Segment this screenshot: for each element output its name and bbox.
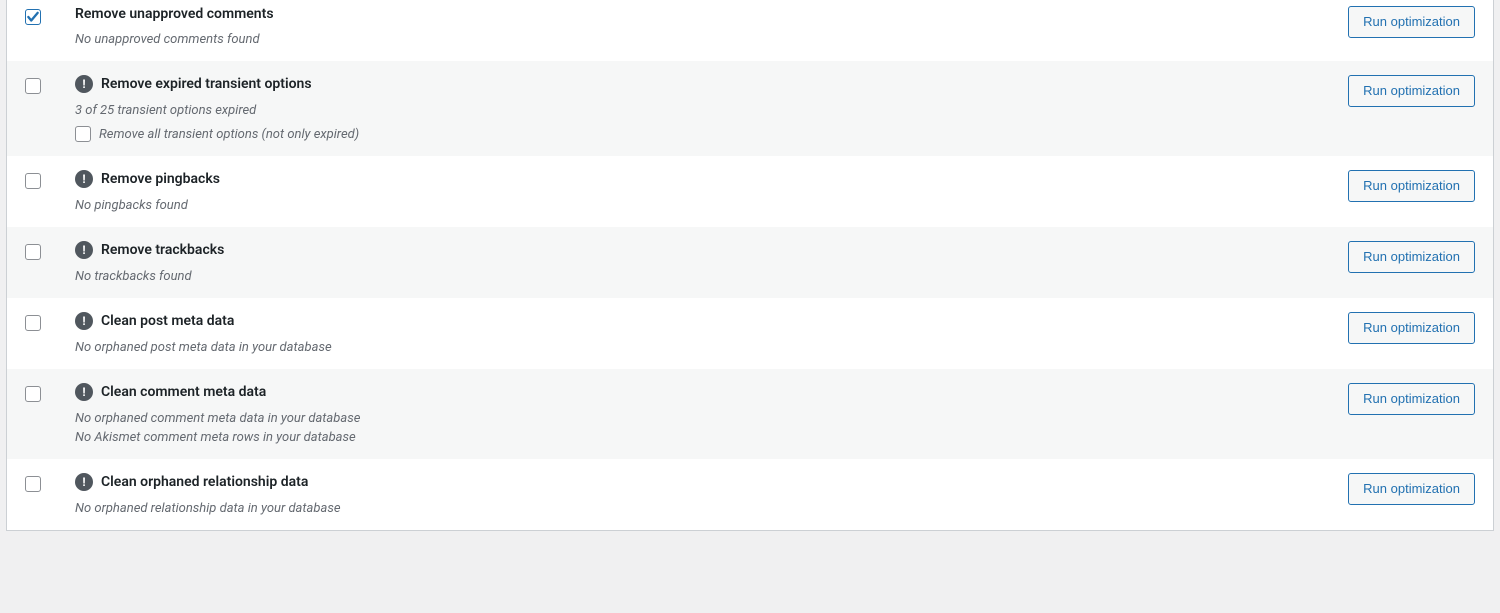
- warning-icon: !: [75, 473, 93, 491]
- run-optimization-button-pingbacks[interactable]: Run optimization: [1348, 170, 1475, 202]
- row-title: Remove unapproved comments: [75, 6, 274, 22]
- row-content: ! Remove expired transient options 3 of 25…: [75, 75, 1328, 142]
- row-title: Remove pingbacks: [101, 171, 220, 187]
- action-column: Run optimization: [1328, 170, 1475, 202]
- row-title: Clean orphaned relationship data: [101, 474, 308, 490]
- optimization-panel: Remove unapproved comments No unapproved …: [6, 0, 1494, 531]
- select-checkbox-pingbacks[interactable]: [25, 173, 41, 189]
- run-optimization-button-expired-transients[interactable]: Run optimization: [1348, 75, 1475, 107]
- action-column: Run optimization: [1328, 473, 1475, 505]
- optimization-row-unapproved-comments: Remove unapproved comments No unapproved …: [7, 0, 1493, 61]
- row-title-line: ! Clean orphaned relationship data: [75, 473, 1328, 491]
- row-description: No pingbacks found: [75, 198, 1328, 213]
- run-optimization-button-trackbacks[interactable]: Run optimization: [1348, 241, 1475, 273]
- warning-icon: !: [75, 170, 93, 188]
- sub-option-checkbox-expired-transients[interactable]: [75, 126, 91, 142]
- row-description: No orphaned post meta data in your datab…: [75, 340, 1328, 355]
- checkbox-column: [25, 6, 75, 28]
- row-description: No orphaned comment meta data in your da…: [75, 411, 1328, 426]
- checkbox-column: [25, 241, 75, 264]
- row-title: Clean comment meta data: [101, 384, 266, 400]
- row-title-line: ! Remove expired transient options: [75, 75, 1328, 93]
- checkbox-column: [25, 473, 75, 496]
- row-content: Remove unapproved comments No unapproved …: [75, 6, 1328, 47]
- row-content: ! Remove pingbacks No pingbacks found: [75, 170, 1328, 213]
- row-description: No orphaned relationship data in your da…: [75, 501, 1328, 516]
- run-optimization-button-unapproved-comments[interactable]: Run optimization: [1348, 6, 1475, 38]
- select-checkbox-relationship[interactable]: [25, 476, 41, 492]
- optimization-row-pingbacks: ! Remove pingbacks No pingbacks found Run o…: [7, 156, 1493, 227]
- run-optimization-button-relationship[interactable]: Run optimization: [1348, 473, 1475, 505]
- action-column: Run optimization: [1328, 312, 1475, 344]
- select-checkbox-trackbacks[interactable]: [25, 244, 41, 260]
- warning-icon: !: [75, 312, 93, 330]
- row-content: ! Clean orphaned relationship data No orph…: [75, 473, 1328, 516]
- row-title-line: Remove unapproved comments: [75, 6, 1328, 22]
- select-checkbox-comment-meta[interactable]: [25, 386, 41, 402]
- optimization-row-post-meta: ! Clean post meta data No orphaned post me…: [7, 298, 1493, 369]
- select-checkbox-expired-transients[interactable]: [25, 78, 41, 94]
- row-title: Remove trackbacks: [101, 242, 224, 258]
- row-title: Remove expired transient options: [101, 76, 312, 92]
- action-column: Run optimization: [1328, 241, 1475, 273]
- row-description: No unapproved comments found: [75, 32, 1328, 47]
- row-description: 3 of 25 transient options expired: [75, 103, 1328, 118]
- warning-icon: !: [75, 75, 93, 93]
- warning-icon: !: [75, 383, 93, 401]
- row-title-line: ! Clean comment meta data: [75, 383, 1328, 401]
- row-description: No trackbacks found: [75, 269, 1328, 284]
- sub-option-expired-transients: Remove all transient options (not only e…: [75, 126, 1328, 142]
- row-title: Clean post meta data: [101, 313, 234, 329]
- row-content: ! Clean post meta data No orphaned post me…: [75, 312, 1328, 355]
- checkbox-column: [25, 312, 75, 335]
- checkbox-column: [25, 170, 75, 193]
- row-content: ! Clean comment meta data No orphaned comm…: [75, 383, 1328, 445]
- action-column: Run optimization: [1328, 6, 1475, 38]
- run-optimization-button-post-meta[interactable]: Run optimization: [1348, 312, 1475, 344]
- sub-option-label: Remove all transient options (not only e…: [99, 127, 359, 142]
- action-column: Run optimization: [1328, 75, 1475, 107]
- row-content: ! Remove trackbacks No trackbacks found: [75, 241, 1328, 284]
- row-description: No Akismet comment meta rows in your dat…: [75, 430, 1328, 445]
- row-title-line: ! Remove pingbacks: [75, 170, 1328, 188]
- checkbox-column: [25, 383, 75, 406]
- select-checkbox-unapproved-comments[interactable]: [25, 9, 41, 25]
- warning-icon: !: [75, 241, 93, 259]
- optimization-row-expired-transients: ! Remove expired transient options 3 of 25…: [7, 61, 1493, 156]
- checkbox-column: [25, 75, 75, 98]
- select-checkbox-post-meta[interactable]: [25, 315, 41, 331]
- row-title-line: ! Clean post meta data: [75, 312, 1328, 330]
- row-title-line: ! Remove trackbacks: [75, 241, 1328, 259]
- run-optimization-button-comment-meta[interactable]: Run optimization: [1348, 383, 1475, 415]
- optimization-row-trackbacks: ! Remove trackbacks No trackbacks found Run…: [7, 227, 1493, 298]
- action-column: Run optimization: [1328, 383, 1475, 415]
- optimization-row-comment-meta: ! Clean comment meta data No orphaned comm…: [7, 369, 1493, 459]
- optimization-row-relationship: ! Clean orphaned relationship data No orph…: [7, 459, 1493, 530]
